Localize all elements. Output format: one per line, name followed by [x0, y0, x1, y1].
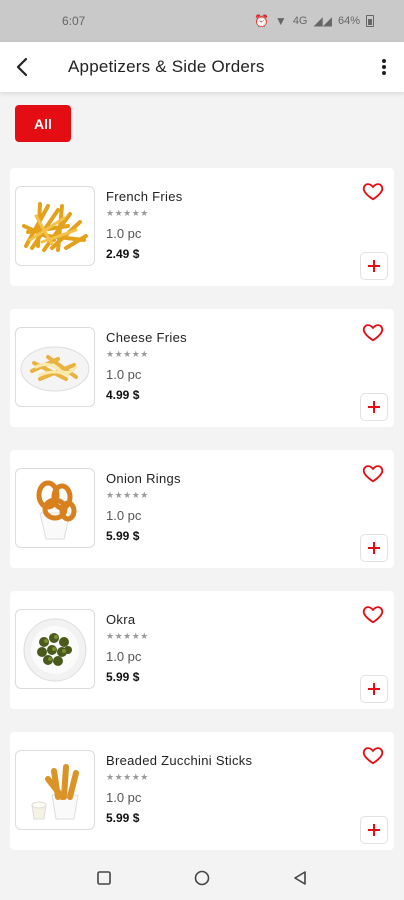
- product-card[interactable]: French Fries ★★★★★ 1.0 pc 2.49 $: [10, 168, 394, 286]
- product-quantity: 1.0 pc: [106, 508, 142, 523]
- network-type: 4G: [292, 15, 308, 27]
- add-to-cart-button[interactable]: [360, 252, 388, 280]
- back-button[interactable]: [0, 42, 46, 92]
- status-bar: 6:07 ⏰ ▼ 4G ◢◢ 64%: [0, 0, 404, 42]
- add-to-cart-button[interactable]: [360, 816, 388, 844]
- heart-icon[interactable]: [362, 180, 384, 202]
- product-image-cheese-fries: [15, 327, 95, 407]
- product-quantity: 1.0 pc: [106, 790, 142, 805]
- plus-icon: [368, 401, 380, 413]
- product-image-okra: [15, 609, 95, 689]
- triangle-back-icon: [294, 870, 306, 885]
- product-image-zucchini-sticks: [15, 750, 95, 830]
- product-price: 2.49 $: [106, 247, 140, 261]
- signal-icon: ◢◢: [313, 14, 332, 28]
- product-card[interactable]: Onion Rings ★★★★★ 1.0 pc 5.99 $: [10, 450, 394, 568]
- app-bar: Appetizers & Side Orders: [0, 42, 404, 92]
- rating-stars: ★★★★★: [106, 490, 149, 500]
- product-price: 5.99 $: [106, 670, 140, 684]
- product-name: Okra: [106, 612, 136, 627]
- system-back-button[interactable]: [290, 868, 310, 888]
- status-icons: ⏰ ▼ 4G ◢◢ 64%: [254, 14, 374, 28]
- heart-icon[interactable]: [362, 321, 384, 343]
- system-nav-bar: [0, 855, 404, 900]
- filter-row: All: [15, 105, 71, 142]
- plus-icon: [368, 542, 380, 554]
- rating-stars: ★★★★★: [106, 631, 149, 641]
- more-options-button[interactable]: [364, 42, 404, 92]
- product-price: 5.99 $: [106, 529, 140, 543]
- product-card[interactable]: Cheese Fries ★★★★★ 1.0 pc 4.99 $: [10, 309, 394, 427]
- product-quantity: 1.0 pc: [106, 226, 142, 241]
- product-name: Onion Rings: [106, 471, 181, 486]
- product-quantity: 1.0 pc: [106, 649, 142, 664]
- battery-icon: [366, 15, 374, 27]
- battery-percent: 64%: [337, 15, 360, 27]
- rating-stars: ★★★★★: [106, 772, 149, 782]
- product-name: Cheese Fries: [106, 330, 187, 345]
- heart-icon[interactable]: [362, 744, 384, 766]
- product-card[interactable]: Breaded Zucchini Sticks ★★★★★ 1.0 pc 5.9…: [10, 732, 394, 850]
- recents-button[interactable]: [94, 868, 114, 888]
- add-to-cart-button[interactable]: [360, 675, 388, 703]
- heart-icon[interactable]: [362, 462, 384, 484]
- product-name: Breaded Zucchini Sticks: [106, 753, 253, 768]
- square-icon: [97, 870, 111, 885]
- home-button[interactable]: [192, 868, 212, 888]
- circle-icon: [194, 870, 210, 885]
- product-quantity: 1.0 pc: [106, 367, 142, 382]
- plus-icon: [368, 260, 380, 272]
- product-image-french-fries: [15, 186, 95, 266]
- product-price: 5.99 $: [106, 811, 140, 825]
- alarm-icon: ⏰: [253, 14, 269, 28]
- page-title: Appetizers & Side Orders: [68, 57, 265, 76]
- more-vertical-icon: [382, 59, 386, 75]
- product-name: French Fries: [106, 189, 183, 204]
- rating-stars: ★★★★★: [106, 349, 149, 359]
- plus-icon: [368, 683, 380, 695]
- status-time: 6:07: [62, 14, 86, 28]
- rating-stars: ★★★★★: [106, 208, 149, 218]
- heart-icon[interactable]: [362, 603, 384, 625]
- product-image-onion-rings: [15, 468, 95, 548]
- product-list: French Fries ★★★★★ 1.0 pc 2.49 $ Cheese …: [10, 168, 394, 873]
- product-price: 4.99 $: [106, 388, 140, 402]
- wifi-icon: ▼: [274, 14, 287, 28]
- add-to-cart-button[interactable]: [360, 393, 388, 421]
- add-to-cart-button[interactable]: [360, 534, 388, 562]
- filter-chip-all[interactable]: All: [15, 105, 71, 142]
- chevron-left-icon: [16, 57, 28, 77]
- product-card[interactable]: Okra ★★★★★ 1.0 pc 5.99 $: [10, 591, 394, 709]
- plus-icon: [368, 824, 380, 836]
